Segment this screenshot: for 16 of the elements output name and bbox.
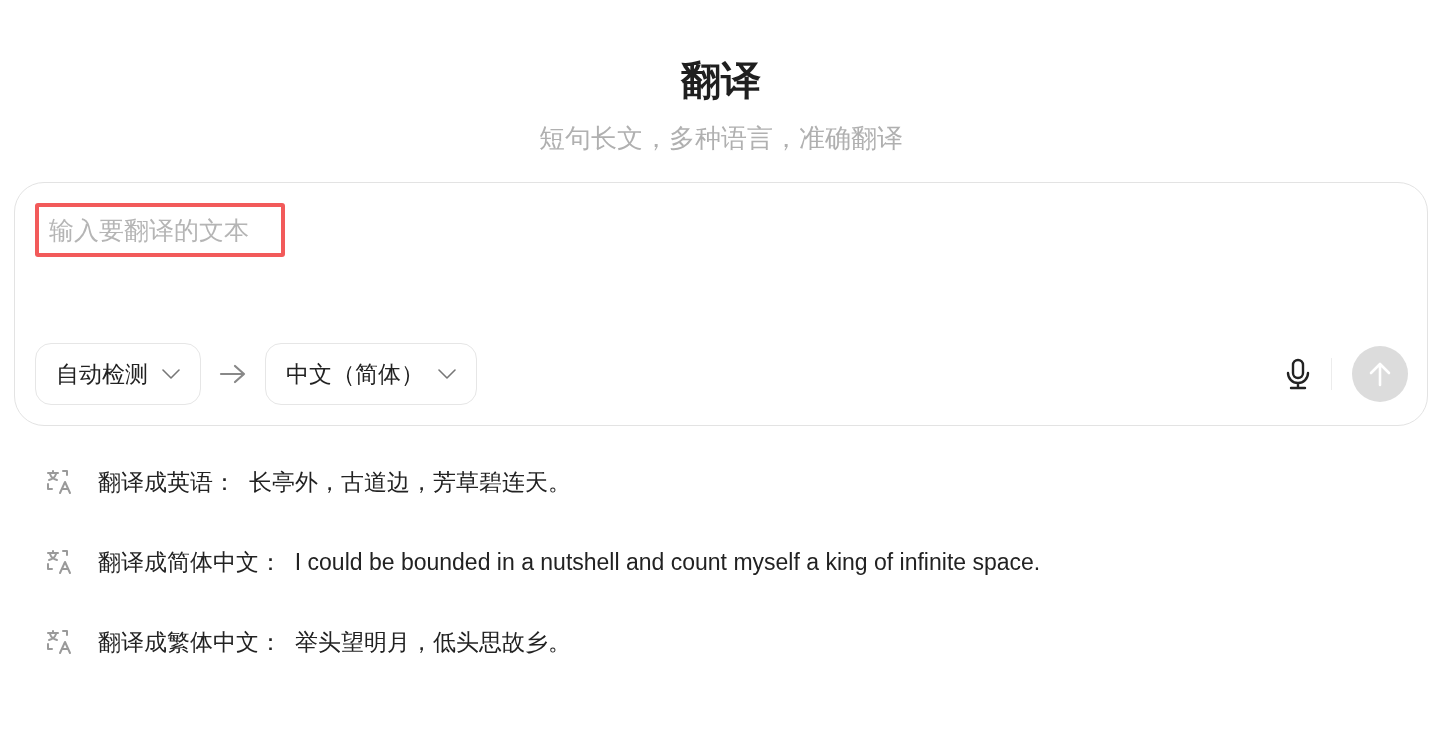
page-title: 翻译	[681, 57, 761, 104]
page-subtitle: 短句长文，多种语言，准确翻译	[539, 122, 903, 155]
arrow-up-icon	[1368, 361, 1392, 387]
chevron-down-icon	[162, 369, 180, 379]
source-language-dropdown[interactable]: 自动检测	[35, 343, 201, 405]
input-field[interactable]: 输入要翻译的文本	[35, 203, 285, 257]
arrow-icon	[219, 363, 247, 385]
translate-icon	[46, 549, 74, 575]
suggestion-link[interactable]: 翻译成英语： 长亭外，古道边，芳草碧连天。	[98, 464, 571, 500]
translate-icon	[46, 469, 74, 495]
suggestion-link[interactable]: 翻译成繁体中文： 举头望明月，低头思故乡。	[98, 624, 571, 660]
target-language-dropdown[interactable]: 中文（简体）	[265, 343, 477, 405]
chevron-down-icon	[438, 369, 456, 379]
suggestion-link[interactable]: 翻译成简体中文： I could be bounded in a nutshell and count myself a king of infinite space.	[98, 544, 1041, 580]
translate-icon	[46, 629, 74, 655]
microphone-icon[interactable]	[1285, 358, 1311, 390]
